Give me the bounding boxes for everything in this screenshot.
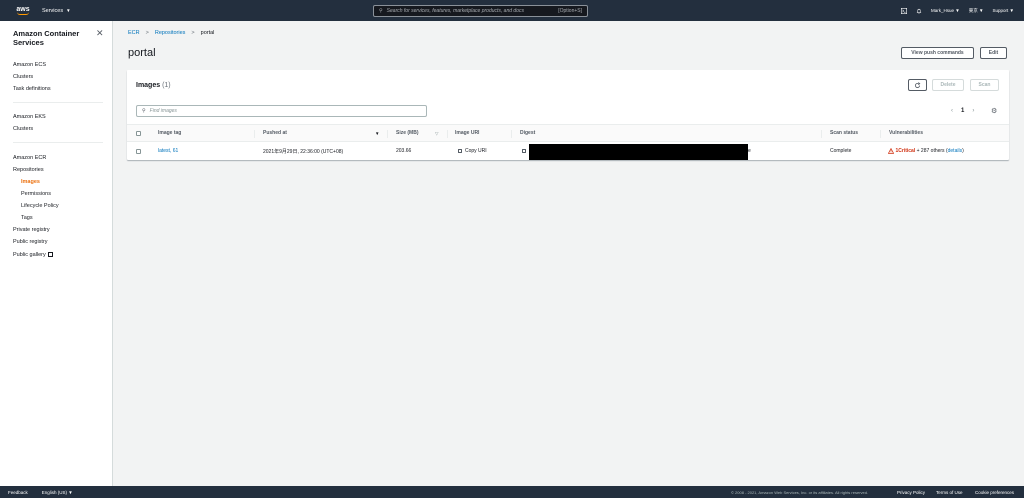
- images-count: (1): [162, 82, 171, 89]
- sort-icon[interactable]: ▽: [435, 131, 438, 137]
- sidebar-item-permissions[interactable]: Permissions: [21, 191, 51, 197]
- col-pushed-at[interactable]: Pushed at: [263, 125, 287, 141]
- vuln-close-paren: ): [962, 148, 964, 154]
- table-row[interactable]: latest, 61 2021年9月29日, 22:36:00 (UTC+08)…: [127, 143, 1009, 160]
- refresh-icon: [914, 81, 921, 88]
- sidebar-item-ecs-clusters[interactable]: Clusters: [13, 74, 33, 80]
- cookie-preferences-link[interactable]: Cookie preferences: [975, 490, 1014, 495]
- scan-status-value: Complete: [830, 148, 852, 154]
- services-label: Services: [42, 7, 64, 14]
- sidebar-item-private-registry[interactable]: Private registry: [13, 227, 50, 233]
- feedback-link[interactable]: Feedback: [8, 490, 28, 495]
- size-value: 203.66: [396, 148, 412, 154]
- breadcrumb-repositories[interactable]: Repositories: [155, 30, 186, 36]
- sidebar-title: Amazon Container Services: [13, 29, 80, 47]
- images-panel: Images (1) Delete Scan ⚲ Find images ‹ 1…: [127, 70, 1009, 160]
- footer: Feedback English (US) ▼ © 2008 - 2021, A…: [0, 486, 1024, 498]
- nav-right-group: Mark_Hsue ▼ 東京 ▼ Support ▼: [901, 0, 1014, 21]
- breadcrumb-ecr[interactable]: ECR: [128, 30, 140, 36]
- scan-button[interactable]: Scan: [970, 79, 999, 91]
- caret-down-icon: ▼: [1009, 8, 1014, 13]
- sidebar-item-lifecycle-policy[interactable]: Lifecycle Policy: [21, 203, 59, 209]
- redacted-digest: [529, 144, 748, 160]
- col-digest[interactable]: Digest: [520, 125, 535, 141]
- warning-icon: [888, 148, 894, 154]
- col-image-uri[interactable]: Image URI: [455, 125, 479, 141]
- pushed-at-value: 2021年9月29日, 22:36:00 (UTC+08): [263, 148, 344, 155]
- sidebar-item-tags[interactable]: Tags: [21, 215, 33, 221]
- privacy-policy-link[interactable]: Privacy Policy: [897, 490, 925, 495]
- copy-uri-button[interactable]: Copy URI: [458, 143, 487, 159]
- cloudshell-icon[interactable]: [901, 7, 908, 14]
- search-icon: ⚲: [142, 108, 146, 114]
- gear-icon[interactable]: ⚙: [991, 107, 997, 115]
- caret-down-icon: ▼: [66, 8, 71, 13]
- sidebar-item-eks-clusters[interactable]: Clusters: [13, 126, 33, 132]
- sidebar-heading-ecr[interactable]: Amazon ECR: [13, 155, 46, 161]
- copy-icon: [522, 148, 526, 154]
- sidebar-item-task-definitions[interactable]: Task definitions: [13, 86, 51, 92]
- view-push-commands-button[interactable]: View push commands: [901, 47, 974, 59]
- region-menu[interactable]: 東京 ▼: [969, 8, 984, 14]
- vuln-others: + 287 others (: [915, 148, 948, 154]
- sidebar-item-images[interactable]: Images: [21, 179, 40, 185]
- global-search-input[interactable]: ⚲ Search for services, features, marketp…: [373, 5, 588, 17]
- sidebar: Amazon Container Services ✕ Amazon ECS C…: [0, 21, 113, 486]
- refresh-button[interactable]: [908, 79, 927, 91]
- global-search-placeholder: Search for services, features, marketpla…: [386, 8, 524, 14]
- search-icon: ⚲: [379, 8, 383, 14]
- find-images-input[interactable]: ⚲ Find images: [136, 105, 427, 117]
- page-title: portal: [128, 47, 156, 59]
- delete-button[interactable]: Delete: [932, 79, 964, 91]
- chevron-right-icon[interactable]: ›: [972, 108, 974, 114]
- language-selector[interactable]: English (US) ▼: [42, 490, 73, 495]
- chevron-right-icon: >: [145, 30, 149, 36]
- image-tag-link[interactable]: latest, 61: [158, 143, 178, 159]
- search-shortcut: [Option+S]: [558, 8, 582, 14]
- images-panel-title: Images (1): [136, 82, 171, 89]
- sidebar-item-repositories[interactable]: Repositories: [13, 167, 44, 173]
- sidebar-heading-ecs[interactable]: Amazon ECS: [13, 62, 46, 68]
- col-size[interactable]: Size (MB): [396, 125, 419, 141]
- sort-descending-icon[interactable]: ▼: [375, 131, 379, 136]
- breadcrumb-current: portal: [200, 30, 215, 36]
- vulnerabilities-value: 1Critical + 287 others ( details ): [888, 143, 964, 159]
- sidebar-heading-eks[interactable]: Amazon EKS: [13, 114, 46, 120]
- support-menu[interactable]: Support ▼: [993, 8, 1015, 13]
- row-checkbox[interactable]: [136, 143, 141, 159]
- col-image-tag[interactable]: Image tag: [158, 125, 181, 141]
- user-menu[interactable]: Mark_Hsue ▼: [931, 8, 960, 13]
- digest-tail: e: [748, 148, 751, 154]
- services-menu-button[interactable]: Services ▼: [42, 8, 71, 14]
- copy-icon: [458, 148, 462, 154]
- caret-down-icon: ▼: [955, 8, 960, 13]
- select-all-checkbox[interactable]: [136, 125, 141, 141]
- edit-button[interactable]: Edit: [980, 47, 1007, 59]
- find-images-placeholder: Find images: [149, 108, 177, 114]
- pagination: ‹ 1 ›: [951, 108, 974, 114]
- chevron-right-icon: >: [191, 30, 195, 36]
- caret-down-icon: ▼: [68, 489, 73, 495]
- copyright: © 2008 - 2021, Amazon Web Services, Inc.…: [731, 489, 869, 495]
- table-header: Image tag Pushed at ▼ Size (MB) ▽ Image …: [127, 124, 1009, 142]
- critical-count: 1Critical: [895, 148, 916, 154]
- terms-of-use-link[interactable]: Terms of Use: [936, 490, 963, 495]
- aws-logo[interactable]: aws: [14, 6, 32, 15]
- caret-down-icon: ▼: [979, 7, 984, 13]
- breadcrumb: ECR > Repositories > portal: [128, 30, 214, 36]
- current-page[interactable]: 1: [961, 108, 964, 114]
- top-navigation: aws Services ▼ ⚲ Search for services, fe…: [0, 0, 1024, 21]
- vuln-details-link[interactable]: details: [948, 148, 962, 154]
- sidebar-divider: [13, 102, 103, 103]
- copy-digest-button[interactable]: [522, 143, 529, 159]
- col-vulnerabilities[interactable]: Vulnerabilities: [889, 125, 923, 141]
- close-icon[interactable]: ✕: [96, 28, 104, 39]
- col-scan-status[interactable]: Scan status: [830, 125, 858, 141]
- sidebar-item-public-registry[interactable]: Public registry: [13, 239, 48, 245]
- sidebar-divider: [13, 142, 103, 143]
- external-link-icon: [47, 251, 53, 257]
- notifications-bell-icon[interactable]: [916, 8, 922, 14]
- sidebar-item-public-gallery[interactable]: Public gallery: [13, 251, 53, 258]
- chevron-left-icon[interactable]: ‹: [951, 108, 953, 114]
